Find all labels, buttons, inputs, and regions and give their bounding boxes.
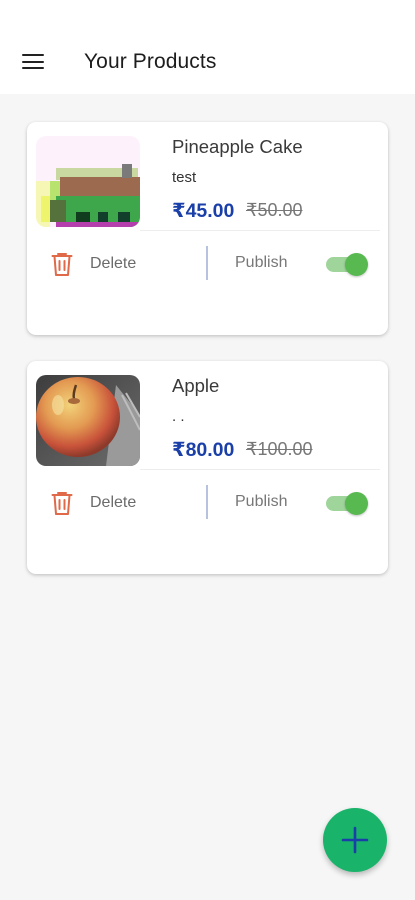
divider	[140, 469, 380, 470]
product-description: . .	[172, 408, 185, 425]
publish-toggle[interactable]	[326, 492, 368, 515]
product-image[interactable]	[36, 375, 140, 466]
plus-icon	[341, 826, 369, 854]
divider	[140, 230, 380, 231]
product-price: ₹80.00	[172, 439, 235, 461]
product-name: Pineapple Cake	[172, 136, 303, 157]
trash-icon	[51, 492, 73, 515]
product-card: Apple . . ₹80.00 ₹100.00 Delete Publish	[27, 361, 388, 574]
product-name: Apple	[172, 375, 220, 396]
publish-label: Publish	[235, 254, 288, 271]
delete-button[interactable]: Delete	[51, 488, 136, 518]
hamburger-menu-icon[interactable]	[22, 54, 44, 70]
publish-label: Publish	[235, 493, 288, 510]
product-image[interactable]	[36, 136, 140, 227]
publish-toggle[interactable]	[326, 253, 368, 276]
trash-icon	[51, 253, 73, 276]
product-card: Pineapple Cake test ₹45.00 ₹50.00 Delete…	[27, 122, 388, 335]
app-bar: Your Products	[0, 0, 415, 94]
product-description: test	[172, 169, 197, 186]
vertical-divider	[206, 485, 208, 519]
vertical-divider	[206, 246, 208, 280]
add-product-button[interactable]	[323, 808, 387, 872]
product-mrp: ₹50.00	[246, 200, 303, 220]
product-price: ₹45.00	[172, 200, 235, 222]
delete-button[interactable]: Delete	[51, 249, 136, 279]
page-title: Your Products	[84, 50, 217, 73]
delete-label: Delete	[90, 494, 137, 511]
delete-label: Delete	[90, 255, 137, 272]
product-mrp: ₹100.00	[246, 439, 313, 459]
